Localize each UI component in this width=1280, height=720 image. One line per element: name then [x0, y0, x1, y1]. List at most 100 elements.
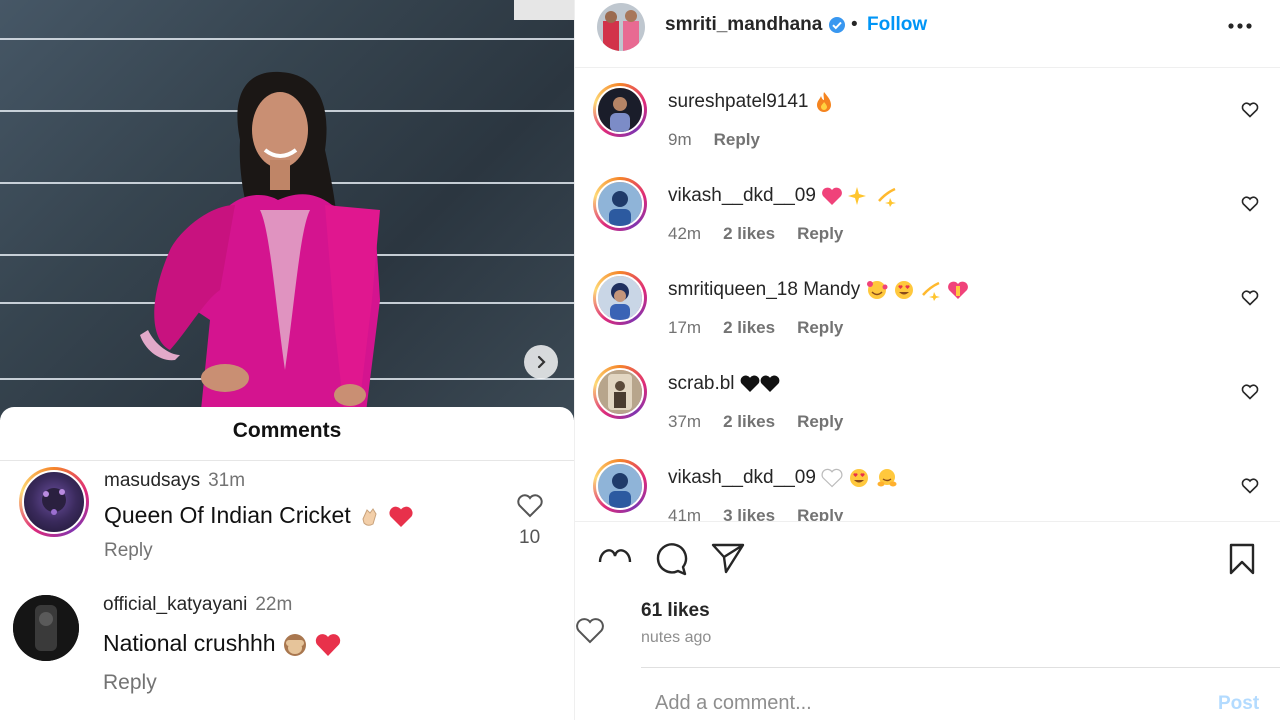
see-no-evil-monkey-icon: [284, 633, 306, 656]
person-illustration: [140, 71, 380, 420]
header-separator: •: [851, 14, 858, 35]
dizzy-icon: [877, 187, 896, 207]
comment-username[interactable]: official_katyayani 22m: [103, 594, 292, 616]
heart-with-ribbon-icon: [948, 281, 969, 299]
comments-sheet: Comments masudsays 31m Queen Of Indian Cr…: [0, 407, 574, 720]
black-heart-icon: [740, 375, 760, 392]
left-panel: Comments masudsays 31m Queen Of Indian Cr…: [0, 0, 574, 720]
post-header: smriti_mandhana • Follow: [575, 0, 1280, 68]
reply-button[interactable]: Reply: [797, 318, 843, 337]
heart-icon[interactable]: [575, 617, 605, 645]
heart-icon[interactable]: [1241, 102, 1259, 118]
comment-username[interactable]: masudsays 31m: [104, 470, 245, 492]
comment-text: National crushhh: [103, 630, 342, 658]
avatar[interactable]: [597, 3, 645, 51]
comment-line: vikash__dkd__09: [668, 467, 898, 489]
avatar[interactable]: [19, 467, 89, 537]
comment-username[interactable]: vikash__dkd__09: [668, 185, 816, 206]
comment-time: 31m: [208, 470, 246, 491]
list-item: official_katyayani 22m National crushhh R…: [0, 589, 574, 709]
comment-time: 41m: [668, 506, 702, 521]
fire-icon: [816, 92, 831, 112]
reply-button[interactable]: Reply: [104, 540, 153, 562]
comment-icon[interactable]: [654, 542, 688, 576]
comment-meta: 9m Reply: [668, 130, 782, 150]
avatar[interactable]: [593, 459, 647, 513]
black-heart-icon: [760, 375, 780, 392]
avatar[interactable]: [593, 271, 647, 325]
comment-text-content: Queen Of Indian Cricket: [104, 502, 351, 528]
post-author-name[interactable]: smriti_mandhana: [665, 14, 822, 36]
red-heart-icon: [388, 506, 413, 527]
comment-meta: 17m 2 likes Reply: [668, 318, 865, 338]
username-text[interactable]: official_katyayani: [103, 594, 247, 615]
comment-likes[interactable]: 2 likes: [723, 318, 775, 337]
comment-username[interactable]: sureshpatel9141: [668, 91, 809, 112]
comment-meta: 41m 3 likes Reply: [668, 506, 865, 521]
list-item: smritiqueen_18 Mandy 17m 2 likes Reply: [575, 263, 1280, 357]
add-comment-bar: Post: [641, 667, 1280, 720]
clapping-hands-icon: [362, 508, 377, 526]
heart-icon[interactable]: [1241, 478, 1259, 494]
like-icon[interactable]: [597, 544, 633, 564]
comment-likes[interactable]: 2 likes: [723, 412, 775, 431]
save-icon[interactable]: [1228, 542, 1256, 576]
reply-button[interactable]: Reply: [103, 671, 157, 695]
comment-likes[interactable]: 2 likes: [723, 224, 775, 243]
sparkles-icon: [848, 187, 867, 205]
avatar[interactable]: [593, 83, 647, 137]
list-item: vikash__dkd__09 41m 3 likes Reply: [575, 451, 1280, 521]
list-item: sureshpatel9141 9m Reply: [575, 75, 1280, 169]
heart-eyes-icon: [894, 281, 913, 299]
heart-icon[interactable]: [1241, 290, 1259, 306]
comment-username[interactable]: smritiqueen_18: [668, 279, 798, 300]
reply-button[interactable]: Reply: [797, 224, 843, 243]
comment-text-content: National crushhh: [103, 630, 276, 656]
heart-icon[interactable]: [1241, 196, 1259, 212]
post-author[interactable]: smriti_mandhana: [665, 14, 846, 36]
likes-count[interactable]: 61 likes: [641, 600, 710, 622]
comment-line: scrab.bl: [668, 373, 780, 395]
chevron-right-icon: [537, 355, 546, 369]
username-text[interactable]: masudsays: [104, 470, 200, 491]
post-photo: [0, 0, 574, 420]
carousel-next-button[interactable]: [524, 345, 558, 379]
post-panel: smriti_mandhana • Follow sureshpatel9141…: [574, 0, 1280, 720]
sparkling-heart-icon: [822, 187, 843, 205]
divider: [0, 460, 574, 461]
avatar[interactable]: [13, 595, 79, 661]
like-count: 10: [519, 527, 541, 548]
list-item: masudsays 31m Queen Of Indian Cricket Rep…: [0, 465, 574, 575]
post-actions: [575, 521, 1280, 601]
reply-button[interactable]: Reply: [797, 412, 843, 431]
comment-time: 22m: [255, 594, 293, 615]
avatar[interactable]: [593, 177, 647, 231]
follow-button[interactable]: Follow: [867, 14, 927, 36]
post-button[interactable]: Post: [1218, 693, 1259, 715]
comments-list[interactable]: sureshpatel9141 9m Reply vikash__dkd__09 …: [575, 69, 1280, 521]
heart-icon[interactable]: [516, 493, 544, 519]
heart-icon[interactable]: [1241, 384, 1259, 400]
avatar[interactable]: [593, 365, 647, 419]
reply-button[interactable]: Reply: [714, 130, 760, 149]
comment-line: vikash__dkd__09: [668, 185, 898, 207]
comment-username[interactable]: vikash__dkd__09: [668, 467, 816, 488]
white-heart-icon: [821, 468, 843, 488]
share-icon[interactable]: [711, 542, 745, 574]
reply-button[interactable]: Reply: [797, 506, 843, 521]
comment-time: 17m: [668, 318, 702, 337]
more-options-icon[interactable]: [1227, 22, 1253, 30]
red-heart-icon: [316, 634, 341, 656]
comment-likes[interactable]: 3 likes: [723, 506, 775, 521]
list-item: scrab.bl 37m 2 likes Reply: [575, 357, 1280, 451]
add-comment-input[interactable]: [655, 692, 1175, 715]
comment-time: 42m: [668, 224, 702, 243]
comment-username[interactable]: scrab.bl: [668, 373, 735, 394]
comment-line: smritiqueen_18 Mandy: [668, 279, 969, 301]
comment-time: 37m: [668, 412, 702, 431]
smiling-face-with-hearts-icon: [866, 281, 888, 299]
comment-meta: 42m 2 likes Reply: [668, 224, 865, 244]
hugging-face-icon: [877, 469, 897, 487]
verified-badge-icon: [829, 17, 846, 33]
comment-text: Queen Of Indian Cricket: [104, 502, 414, 529]
